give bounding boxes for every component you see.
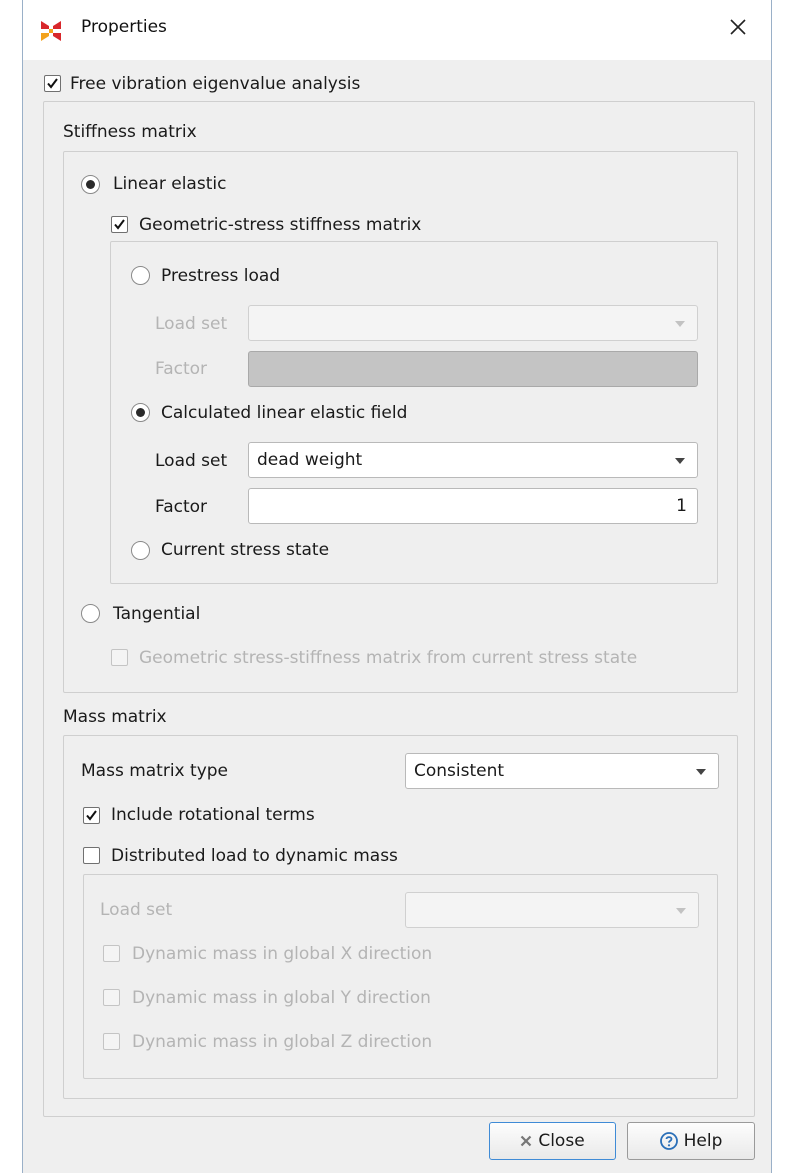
check-icon <box>86 810 97 821</box>
dynamic-mass-y-label: Dynamic mass in global Y direction <box>132 988 431 1008</box>
chevron-down-icon <box>675 458 685 464</box>
title-bar: Properties <box>23 0 771 60</box>
factor-label: Factor <box>155 497 208 517</box>
prestress-load-radio[interactable] <box>131 266 150 285</box>
chevron-down-icon <box>675 321 685 327</box>
tangential-geometric-label: Geometric stress-stiffness matrix from c… <box>139 648 638 668</box>
current-stress-radio[interactable] <box>131 541 150 560</box>
free-vibration-checkbox[interactable] <box>44 75 61 92</box>
factor-value: 1 <box>676 496 687 516</box>
stiffness-matrix-title: Stiffness matrix <box>63 122 197 142</box>
close-button[interactable]: Close <box>489 1122 616 1160</box>
distributed-load-label: Distributed load to dynamic mass <box>111 846 398 866</box>
help-button-label: Help <box>683 1131 723 1151</box>
load-set-value: dead weight <box>257 450 363 470</box>
free-vibration-label: Free vibration eigenvalue analysis <box>70 74 361 94</box>
help-button[interactable]: Help <box>627 1122 755 1160</box>
include-rotational-checkbox[interactable] <box>83 807 100 824</box>
linear-elastic-radio[interactable] <box>81 175 100 194</box>
linear-elastic-label: Linear elastic <box>113 174 227 194</box>
dynamic-mass-z-checkbox[interactable] <box>103 1033 120 1050</box>
geometric-stress-label: Geometric-stress stiffness matrix <box>139 215 422 235</box>
close-button-label: Close <box>538 1131 585 1151</box>
prestress-load-label: Prestress load <box>161 266 281 286</box>
mass-matrix-type-label: Mass matrix type <box>81 761 228 781</box>
mass-matrix-type-value: Consistent <box>414 761 505 781</box>
dynamic-mass-x-label: Dynamic mass in global X direction <box>132 944 433 964</box>
mass-load-set-label: Load set <box>100 900 173 920</box>
prestress-load-set-dropdown[interactable] <box>248 305 698 341</box>
distributed-load-checkbox[interactable] <box>83 847 100 864</box>
calculated-linear-elastic-radio[interactable] <box>131 403 150 422</box>
current-stress-label: Current stress state <box>161 540 330 560</box>
window-title: Properties <box>81 17 167 37</box>
prestress-load-set-label: Load set <box>155 314 228 334</box>
mass-load-set-dropdown[interactable] <box>405 892 699 928</box>
dynamic-mass-x-checkbox[interactable] <box>103 945 120 962</box>
tangential-geometric-checkbox[interactable] <box>111 649 128 666</box>
factor-field[interactable]: 1 <box>248 488 698 524</box>
prestress-factor-field[interactable] <box>248 351 698 387</box>
close-icon <box>730 19 746 35</box>
load-set-label: Load set <box>155 451 228 471</box>
mass-matrix-title: Mass matrix <box>63 707 167 727</box>
properties-dialog: Properties Free vibration eigenvalue ana… <box>22 0 772 1173</box>
dynamic-mass-z-label: Dynamic mass in global Z direction <box>132 1032 433 1052</box>
dynamic-mass-y-checkbox[interactable] <box>103 989 120 1006</box>
tangential-label: Tangential <box>113 604 201 624</box>
chevron-down-icon <box>676 908 686 914</box>
app-logo-icon <box>41 21 61 41</box>
geometric-stress-checkbox[interactable] <box>111 216 128 233</box>
include-rotational-label: Include rotational terms <box>111 805 315 825</box>
close-window-button[interactable] <box>723 12 753 42</box>
tangential-radio[interactable] <box>81 604 100 623</box>
close-icon <box>521 1135 532 1147</box>
chevron-down-icon <box>696 769 706 775</box>
calculated-linear-elastic-label: Calculated linear elastic field <box>161 403 408 423</box>
check-icon <box>47 78 58 89</box>
mass-matrix-type-dropdown[interactable]: Consistent <box>405 753 719 789</box>
load-set-dropdown[interactable]: dead weight <box>248 442 698 478</box>
check-icon <box>114 219 125 230</box>
prestress-factor-label: Factor <box>155 359 208 379</box>
help-icon <box>659 1132 678 1150</box>
